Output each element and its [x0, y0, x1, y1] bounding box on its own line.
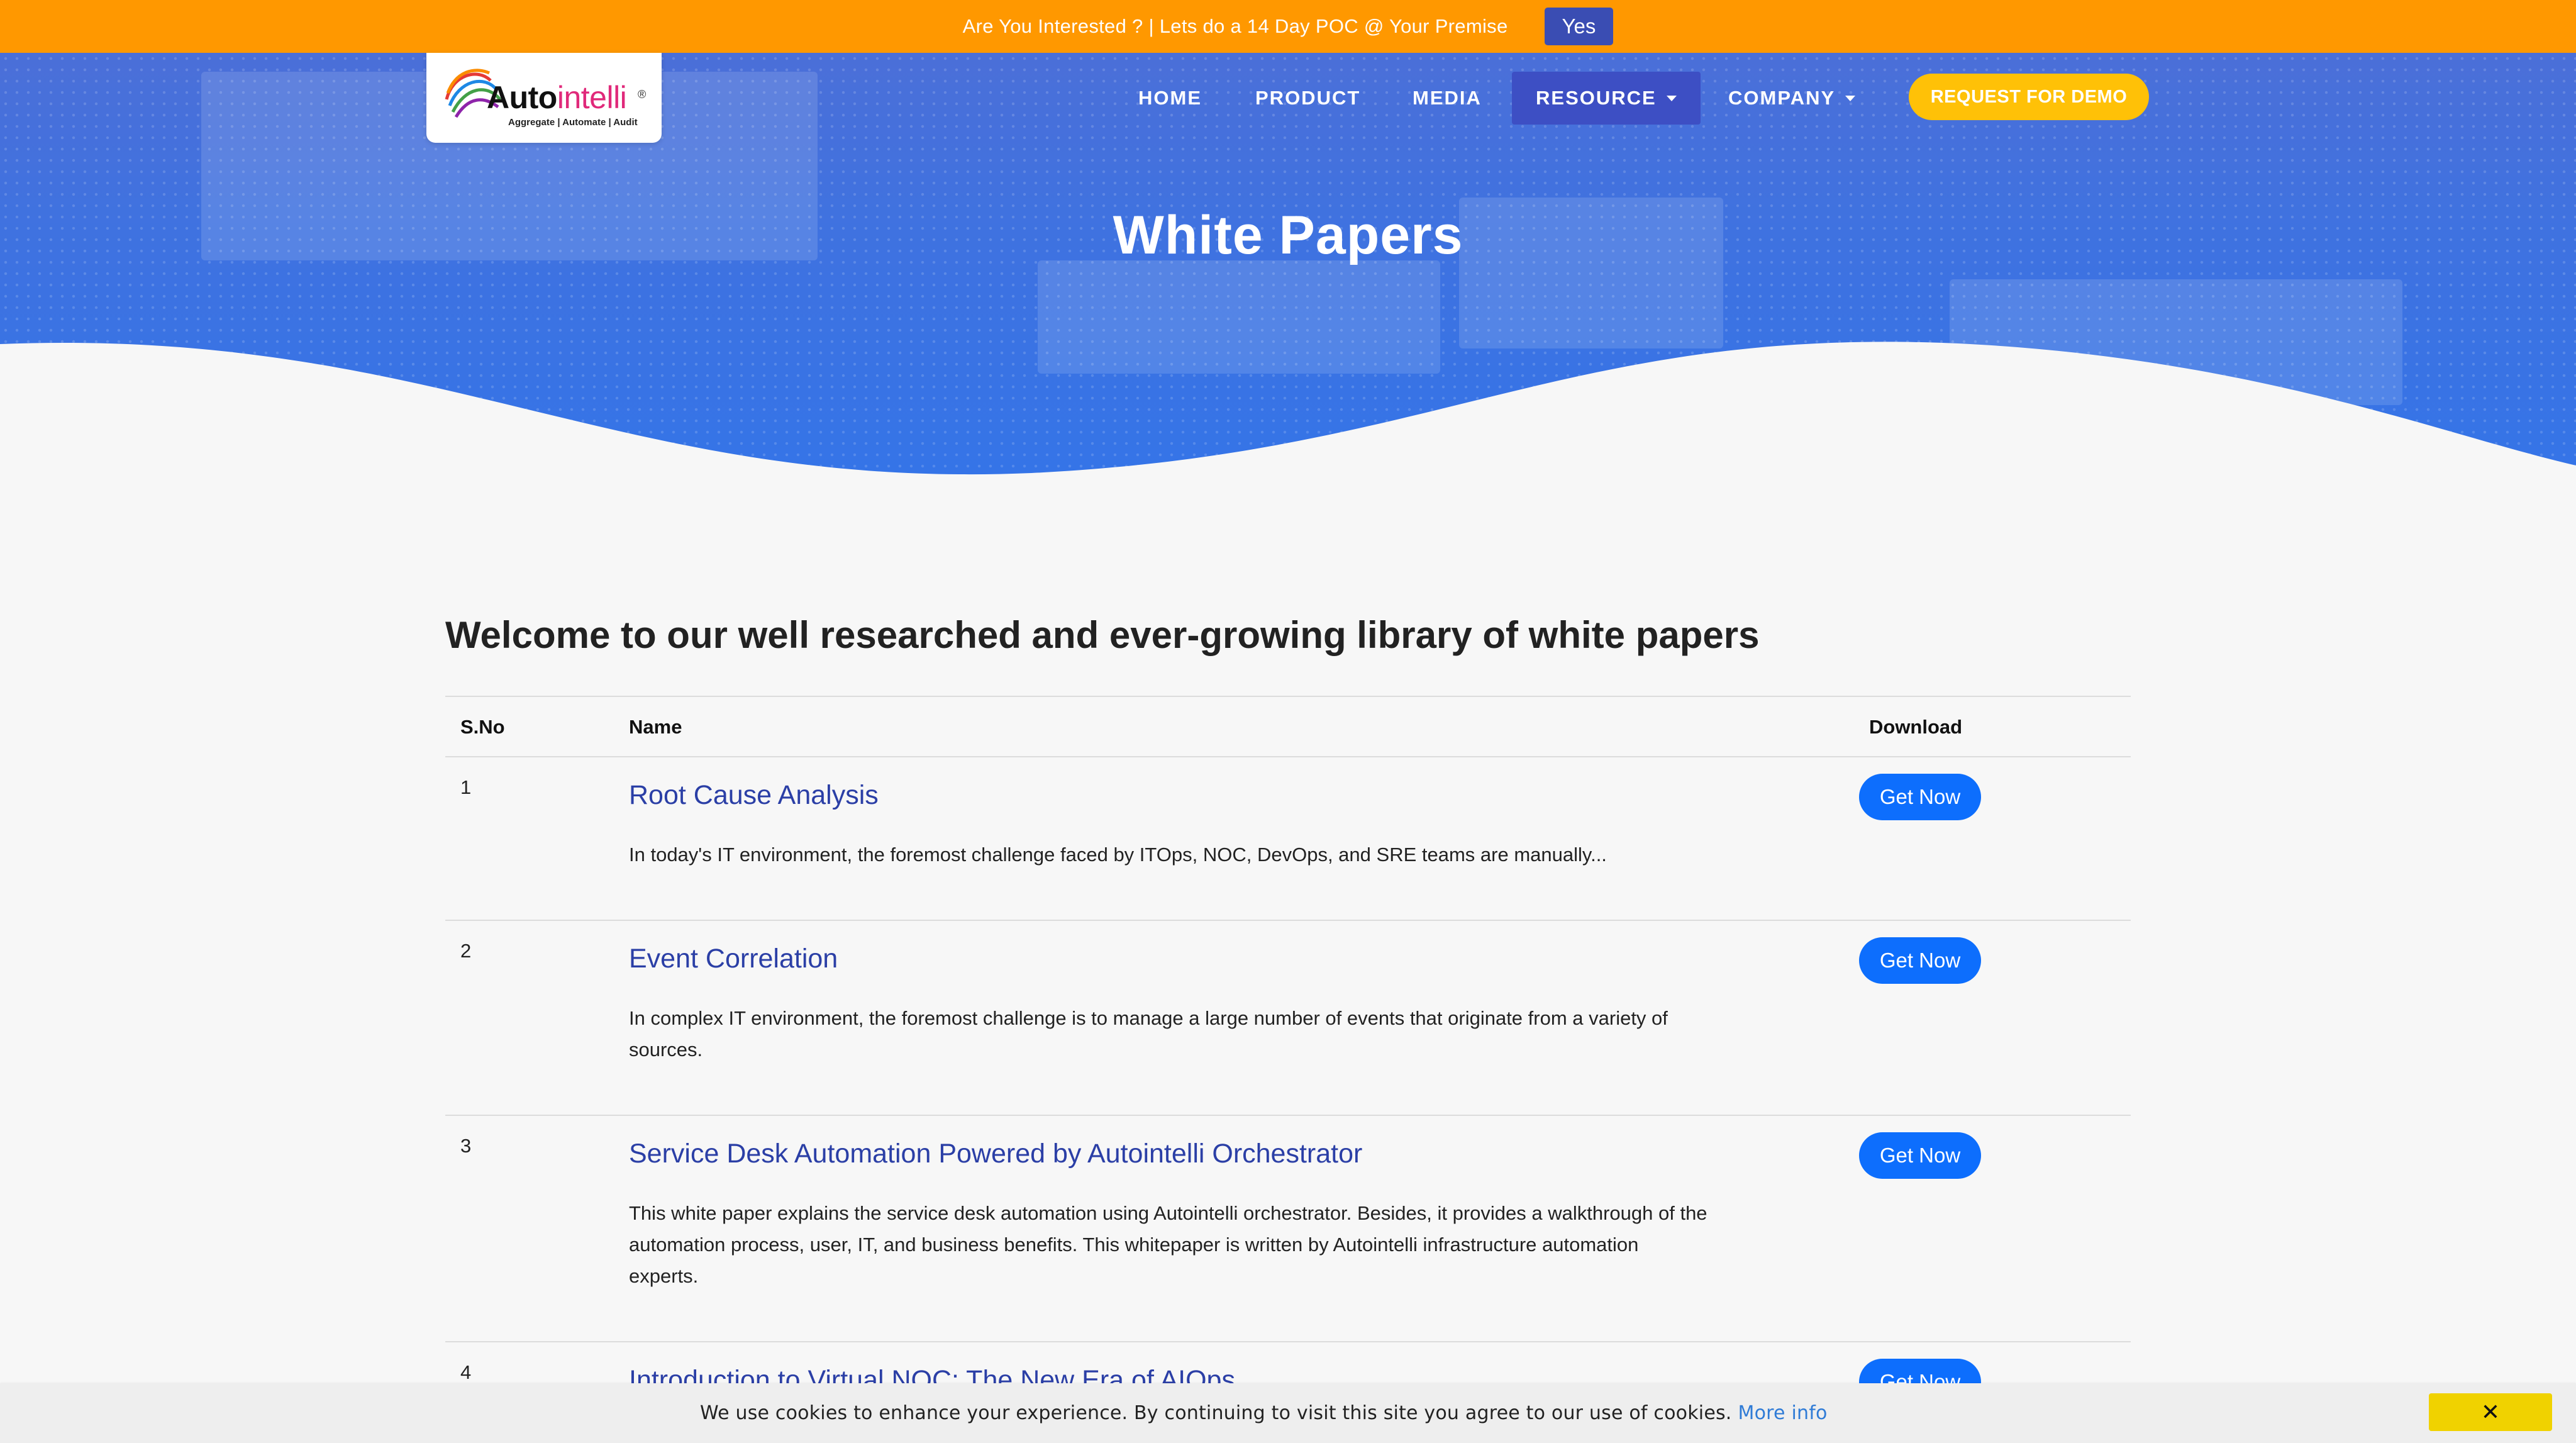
caret-down-icon	[1845, 95, 1856, 101]
nav-company[interactable]: COMPANY	[1728, 72, 1856, 125]
paper-description: In today's IT environment, the foremost …	[629, 844, 1607, 866]
row-sno: 4	[460, 1361, 472, 1383]
table-row: 1 Root Cause Analysis In today's IT envi…	[445, 757, 2131, 921]
white-papers-table: S.No Name Download 1 Root Cause Analysis…	[445, 696, 2131, 1418]
cookie-bar: We use cookies to enhance your experienc…	[0, 1383, 2576, 1443]
promo-yes-button[interactable]: Yes	[1544, 8, 1614, 45]
cookie-text: We use cookies to enhance your experienc…	[700, 1402, 1732, 1424]
get-now-button[interactable]: Get Now	[1859, 1132, 1981, 1179]
nav-home-label: HOME	[1138, 87, 1202, 109]
caret-down-icon	[1666, 95, 1677, 101]
get-now-button[interactable]: Get Now	[1859, 937, 1981, 984]
intro-heading: Welcome to our well researched and ever-…	[445, 614, 1760, 656]
paper-description: In complex IT environment, the foremost …	[629, 1007, 1668, 1061]
promo-bar: Are You Interested ? | Lets do a 14 Day …	[0, 0, 2576, 53]
get-now-button[interactable]: Get Now	[1859, 774, 1981, 820]
header-sno: S.No	[460, 716, 505, 738]
page-title: White Papers	[1113, 205, 1463, 265]
paper-title-link[interactable]: Service Desk Automation Powered by Autoi…	[629, 1139, 1362, 1169]
row-sno: 3	[460, 1135, 472, 1157]
header-download: Download	[1869, 716, 1963, 738]
request-demo-button[interactable]: REQUEST FOR DEMO	[1909, 74, 2149, 120]
promo-text: Are You Interested ? | Lets do a 14 Day …	[962, 15, 1508, 37]
main-nav: HOME PRODUCT MEDIA RESOURCE COMPANY	[0, 72, 2576, 125]
table-row: 2 Event Correlation In complex IT enviro…	[445, 921, 2131, 1116]
page: Are You Interested ? | Lets do a 14 Day …	[0, 0, 2576, 1443]
nav-resource[interactable]: RESOURCE	[1512, 72, 1701, 125]
row-sno: 2	[460, 940, 472, 962]
nav-media[interactable]: MEDIA	[1413, 72, 1482, 125]
row-sno: 1	[460, 776, 472, 798]
nav-product-label: PRODUCT	[1255, 87, 1361, 109]
paper-description: This white paper explains the service de…	[629, 1202, 1707, 1287]
nav-media-label: MEDIA	[1413, 87, 1482, 109]
table-row: 3 Service Desk Automation Powered by Aut…	[445, 1116, 2131, 1342]
nav-home[interactable]: HOME	[1138, 72, 1202, 125]
close-icon: ✕	[2480, 1399, 2501, 1425]
paper-title-link[interactable]: Root Cause Analysis	[629, 780, 879, 811]
cookie-close-button[interactable]: ✕	[2429, 1393, 2552, 1431]
paper-title-link[interactable]: Event Correlation	[629, 944, 838, 974]
cookie-more-info-link[interactable]: More info	[1738, 1402, 1828, 1424]
nav-resource-label: RESOURCE	[1536, 87, 1657, 109]
cookie-message: We use cookies to enhance your experienc…	[700, 1402, 1828, 1424]
nav-product[interactable]: PRODUCT	[1255, 72, 1360, 125]
table-header: S.No Name Download	[445, 696, 2131, 757]
header-name: Name	[629, 716, 682, 738]
nav-company-label: COMPANY	[1728, 87, 1836, 109]
